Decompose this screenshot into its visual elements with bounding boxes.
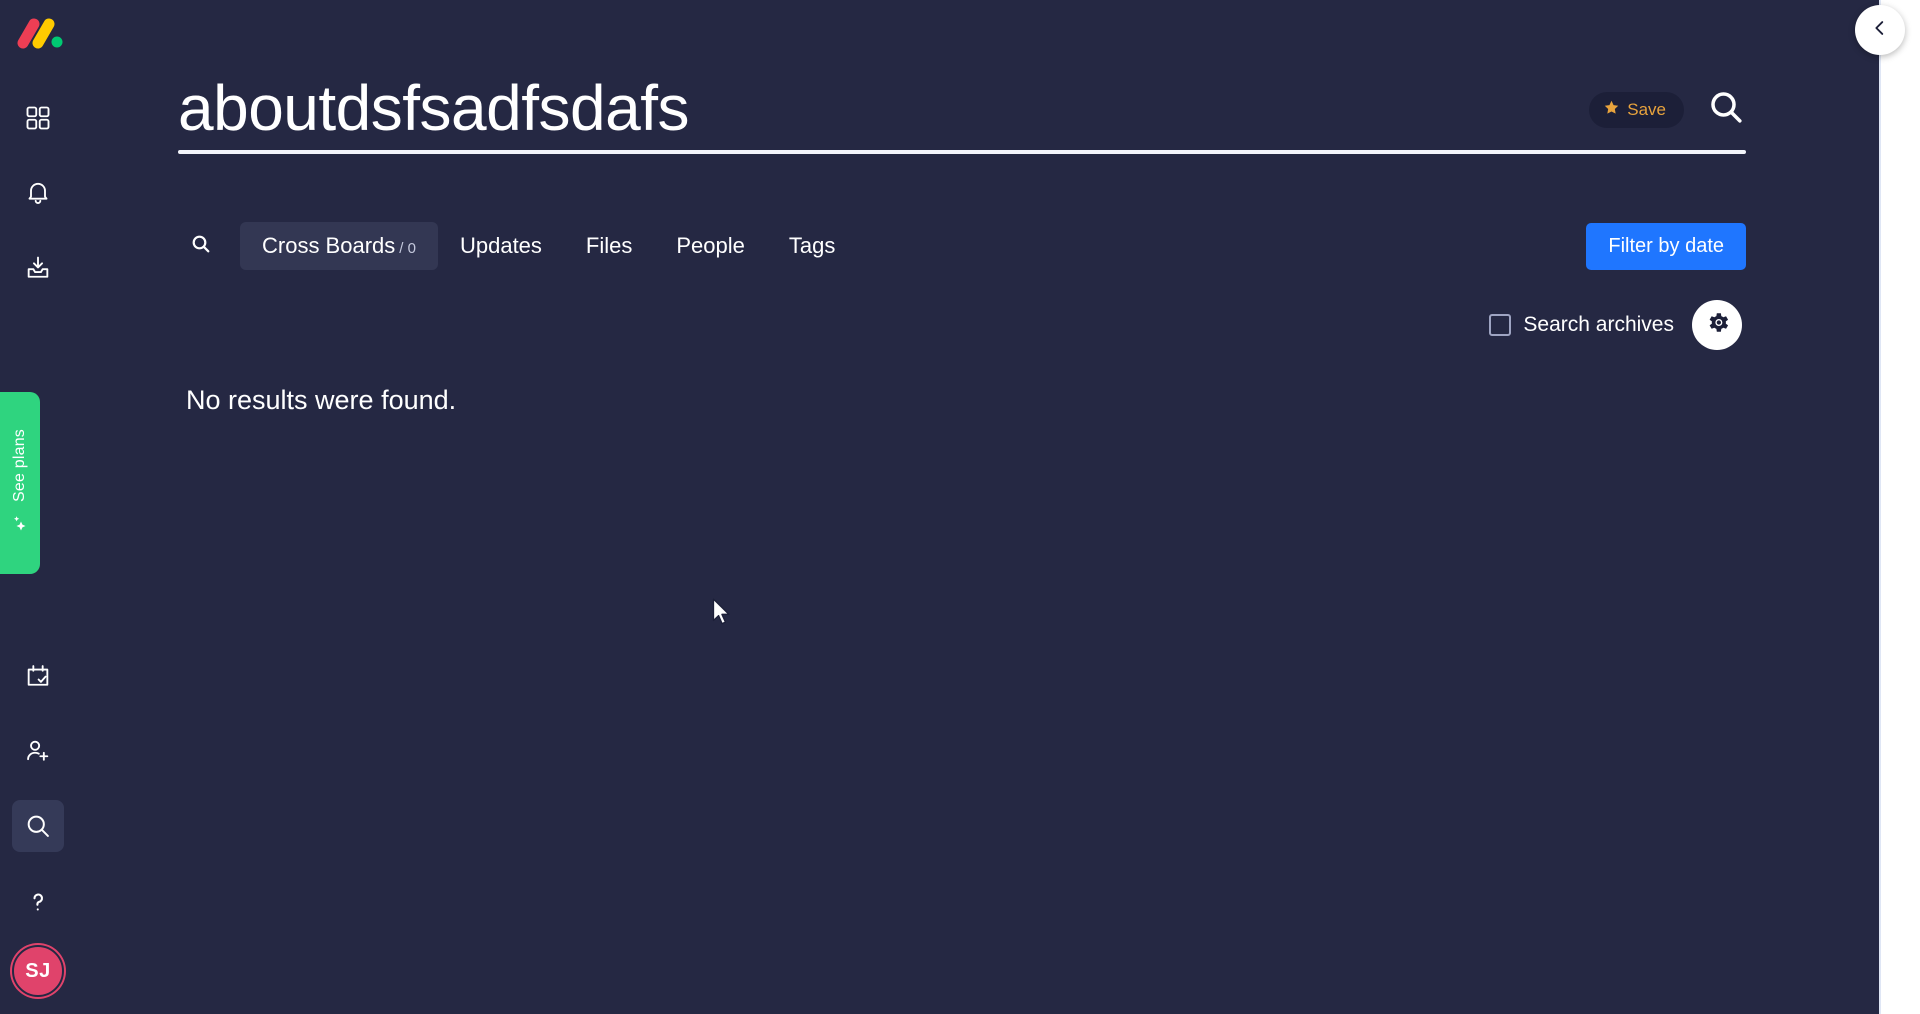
sidebar-item-my-work[interactable] [12,650,64,702]
sidebar-item-help[interactable] [12,876,64,928]
avatar-initials: SJ [25,959,51,982]
tab-label: People [676,233,745,258]
page-title: aboutdsfsadfsdafs [178,72,689,144]
star-icon [1603,99,1620,121]
tab-label: Updates [459,233,542,258]
my-work-calendar-icon [24,662,52,690]
search-results-area: No results were found. [186,385,1746,416]
see-plans-label: See plans [11,429,28,502]
sparkles-icon [10,512,30,537]
save-label: Save [1627,99,1666,119]
sidebar-item-invite-members[interactable] [12,725,64,777]
collapse-panel-button[interactable] [1855,5,1905,55]
inbox-icon [24,254,52,282]
panel-header: aboutdsfsadfsdafs Save [178,70,1746,154]
app-root: SJ See plans aboutdsfsadfsdafs Save Cros… [0,0,1920,1014]
search-everything-icon [24,812,52,840]
help-question-icon [24,888,52,916]
title-row: aboutdsfsadfsdafs Save [178,70,1746,150]
sidebar-item-notifications[interactable] [12,166,64,218]
tab-cross-boards[interactable]: Cross Boards/ 0 [240,222,438,270]
sidebar-item-dashboard[interactable] [12,92,64,144]
avatar[interactable]: SJ [12,945,64,997]
search-icon [189,232,213,261]
search-settings-button[interactable] [1692,300,1742,350]
tab-tags[interactable]: Tags [767,222,857,270]
see-plans-tab[interactable]: See plans [0,392,40,574]
tab-label: Files [585,233,633,258]
sidebar-item-inbox[interactable] [12,242,64,294]
title-actions: Save [1589,87,1746,146]
invite-member-icon [24,737,52,765]
tabs-row: Cross Boards/ 0 Updates Files People Tag… [178,222,1746,270]
search-icon [1706,87,1746,132]
tab-updates[interactable]: Updates [438,222,564,270]
save-search-button[interactable]: Save [1589,91,1684,128]
tab-label: Cross Boards [262,233,396,258]
search-options-row: Search archives [1489,300,1742,350]
empty-state-message: No results were found. [186,385,457,415]
sidebar-item-search-everything[interactable] [12,800,64,852]
tab-label: Tags [788,233,836,258]
filter-by-date-button[interactable]: Filter by date [1586,222,1746,270]
search-archives-checkbox[interactable] [1489,314,1512,336]
chevron-left-icon [1869,17,1891,44]
tab-people[interactable]: People [654,222,767,270]
search-archives-toggle[interactable]: Search archives [1489,313,1674,337]
title-divider [178,150,1746,154]
search-archives-label: Search archives [1523,313,1674,336]
notifications-bell-icon [24,178,52,206]
monday-logo[interactable] [14,16,64,50]
dashboard-grid-icon [24,104,52,132]
gear-icon [1704,309,1731,341]
tab-count: / 0 [399,240,416,257]
tab-files[interactable]: Files [564,222,654,270]
header-search-button[interactable] [1706,87,1746,132]
tab-search-button[interactable] [178,223,224,269]
